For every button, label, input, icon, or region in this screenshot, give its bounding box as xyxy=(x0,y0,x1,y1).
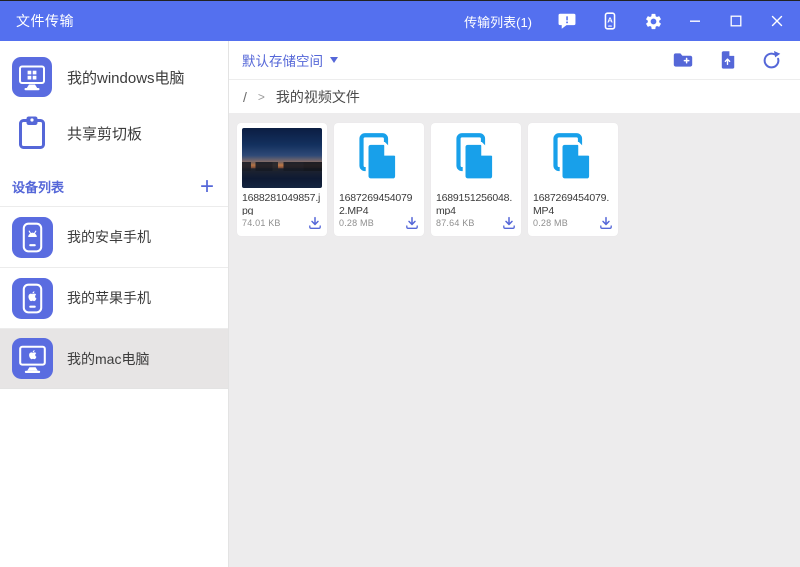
breadcrumb-separator-icon: > xyxy=(257,89,265,104)
file-thumbnail xyxy=(242,128,322,188)
windows-computer-icon xyxy=(12,57,52,97)
file-grid: 1688281049857.jpg 74.01 KB 1687269454079… xyxy=(229,113,800,567)
file-card-video[interactable]: 1689151256048.mp4 87.64 KB xyxy=(431,123,521,236)
document-copy-icon xyxy=(359,133,398,182)
android-phone-icon xyxy=(12,216,53,258)
download-icon[interactable] xyxy=(598,215,613,230)
apple-phone-icon xyxy=(12,277,53,319)
new-folder-icon[interactable] xyxy=(672,49,694,71)
download-icon[interactable] xyxy=(404,215,419,230)
breadcrumb-root[interactable]: / xyxy=(243,89,247,105)
document-copy-icon xyxy=(456,133,495,182)
file-size: 0.28 MB xyxy=(339,217,374,228)
device-item-label: 我的安卓手机 xyxy=(67,229,151,245)
file-card-image[interactable]: 1688281049857.jpg 74.01 KB xyxy=(237,123,327,236)
titlebar: 文件传输 传输列表(1) A xyxy=(0,1,800,41)
device-screen-icon[interactable]: A xyxy=(600,11,620,31)
maximize-button[interactable] xyxy=(727,12,745,30)
refresh-icon[interactable] xyxy=(760,49,782,71)
file-type-icon xyxy=(339,128,419,188)
settings-gear-icon[interactable] xyxy=(643,11,663,31)
feedback-icon[interactable] xyxy=(557,11,577,31)
file-size: 74.01 KB xyxy=(242,217,281,228)
upload-file-icon[interactable] xyxy=(716,49,738,71)
transfer-list-button[interactable]: 传输列表(1) xyxy=(464,12,532,31)
sidebar-item-my-windows-computer[interactable]: 我的windows电脑 xyxy=(0,49,228,105)
file-type-icon xyxy=(533,128,613,188)
storage-space-label: 默认存储空间 xyxy=(242,54,323,69)
device-item-apple-phone[interactable]: 我的苹果手机 xyxy=(0,267,228,328)
device-item-android-phone[interactable]: 我的安卓手机 xyxy=(0,206,228,267)
device-list-title: 设备列表 xyxy=(12,180,65,195)
file-type-icon xyxy=(436,128,516,188)
device-item-label: 我的mac电脑 xyxy=(67,350,150,367)
breadcrumb-current-folder: 我的视频文件 xyxy=(275,88,360,105)
storage-toolbar: 默认存储空间 xyxy=(229,41,800,80)
titlebar-actions: 传输列表(1) A xyxy=(464,11,786,31)
breadcrumb: / > 我的视频文件 xyxy=(229,80,800,113)
minimize-button[interactable] xyxy=(686,12,704,30)
device-list-header: 设备列表 + xyxy=(0,161,228,206)
toolbar-actions xyxy=(672,49,782,71)
document-copy-icon xyxy=(553,133,592,182)
file-card-video[interactable]: 16872694540792.MP4 0.28 MB xyxy=(334,123,424,236)
file-card-video[interactable]: 1687269454079.MP4 0.28 MB xyxy=(528,123,618,236)
file-name: 1689151256048.mp4 xyxy=(436,192,513,215)
file-name: 1688281049857.jpg xyxy=(242,192,321,215)
sidebar-item-shared-clipboard[interactable]: 共享剪切板 xyxy=(0,105,228,161)
file-size: 87.64 KB xyxy=(436,217,475,228)
close-button[interactable] xyxy=(768,12,786,30)
file-name: 16872694540792.MP4 xyxy=(339,192,413,215)
sidebar: 我的windows电脑 共享剪切板 设备列表 + 我的安卓手机 我的苹果手机 我… xyxy=(0,41,229,567)
device-item-label: 我的苹果手机 xyxy=(67,290,151,306)
main-layout: 我的windows电脑 共享剪切板 设备列表 + 我的安卓手机 我的苹果手机 我… xyxy=(0,41,800,567)
file-name: 1687269454079.MP4 xyxy=(533,192,610,215)
clipboard-icon xyxy=(12,113,52,153)
mac-computer-icon xyxy=(12,338,53,379)
svg-text:A: A xyxy=(607,15,613,24)
storage-space-dropdown[interactable]: 默认存储空间 xyxy=(242,50,338,70)
download-icon[interactable] xyxy=(501,215,516,230)
app-title: 文件传输 xyxy=(16,13,74,29)
app-window: 文件传输 传输列表(1) A 我的windows电脑 共享剪切板 设备列表 + … xyxy=(0,0,800,567)
sidebar-item-label: 共享剪切板 xyxy=(67,125,143,143)
dropdown-arrow-icon xyxy=(330,57,338,63)
download-icon[interactable] xyxy=(307,215,322,230)
sidebar-item-label: 我的windows电脑 xyxy=(67,69,185,87)
device-item-mac-computer[interactable]: 我的mac电脑 xyxy=(0,328,228,389)
content-area: 默认存储空间 / > 我的视频文件 1688281049857.jpg 74.0… xyxy=(229,41,800,567)
add-device-button[interactable]: + xyxy=(200,174,214,198)
file-size: 0.28 MB xyxy=(533,217,568,228)
